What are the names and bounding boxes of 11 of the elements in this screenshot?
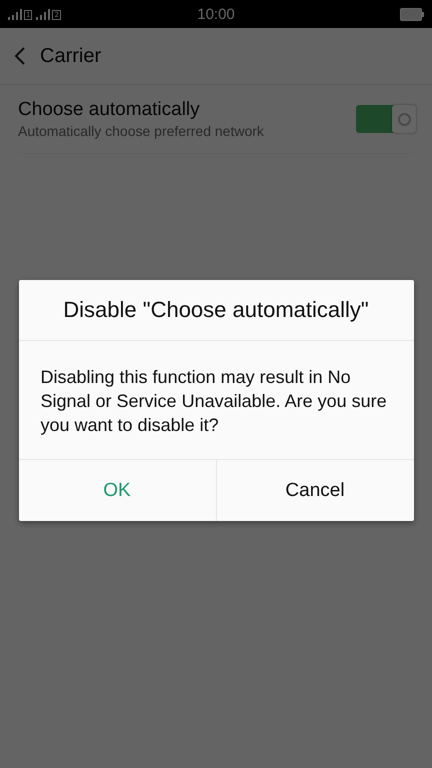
dialog-title: Disable "Choose automatically"	[18, 280, 414, 341]
setting-description: Automatically choose preferred network	[18, 123, 264, 139]
signal-icon	[8, 8, 22, 20]
dialog-message: Disabling this function may result in No Signal or Service Unavailable. Are you sure you want to disable it?	[18, 341, 414, 460]
clock: 10:00	[197, 6, 235, 22]
battery-icon	[400, 8, 424, 20]
setting-title: Choose automatically	[18, 99, 201, 121]
toggle-switch[interactable]	[356, 105, 416, 133]
cancel-button[interactable]: Cancel	[216, 460, 414, 521]
signal-icon	[36, 8, 50, 20]
page-title: Carrier	[40, 44, 102, 68]
